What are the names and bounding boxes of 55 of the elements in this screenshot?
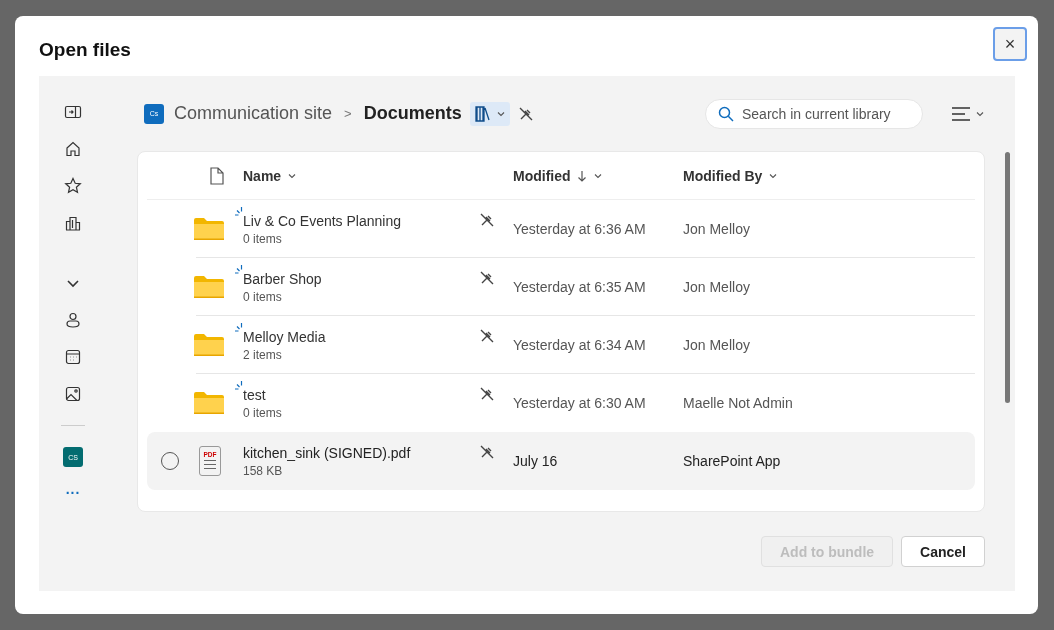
file-row[interactable]: Liv & Co Events Planning 0 items Yesterday at 6:36 AM Jon Melloy bbox=[147, 200, 975, 258]
modified-by: Jon Melloy bbox=[683, 279, 751, 295]
column-header[interactable]: Modified bbox=[513, 167, 603, 184]
search-field[interactable]: Search in current library bbox=[705, 98, 923, 129]
pin-icon[interactable] bbox=[479, 444, 495, 460]
calendar-icon[interactable] bbox=[63, 347, 83, 367]
column-header[interactable]: Name bbox=[243, 167, 298, 184]
breadcrumb-current: Documents bbox=[363, 103, 462, 124]
library-switcher-button[interactable] bbox=[469, 101, 510, 126]
file-name[interactable]: test bbox=[243, 386, 479, 403]
item-details: 0 items bbox=[243, 289, 283, 304]
image-icon[interactable] bbox=[63, 384, 83, 404]
breadcrumb-separator: > bbox=[344, 106, 352, 121]
star-icon[interactable] bbox=[63, 176, 83, 196]
modified-by: Maelle Not Admin bbox=[683, 395, 794, 411]
modified-date: Yesterday at 6:30 AM bbox=[513, 395, 647, 411]
file-row[interactable]: Melloy Media 2 items Yesterday at 6:34 AM Jon Melloy bbox=[147, 316, 975, 374]
modified-by: SharePoint App bbox=[683, 453, 782, 469]
item-details: 2 items bbox=[243, 347, 283, 362]
item-details: 158 KB bbox=[243, 463, 284, 478]
dialog-title: Open files bbox=[39, 39, 131, 61]
cancel-button[interactable]: Cancel bbox=[901, 536, 985, 567]
folder-icon bbox=[194, 276, 224, 298]
modified-date: Yesterday at 6:35 AM bbox=[513, 279, 647, 295]
list-view-icon bbox=[951, 105, 971, 122]
pin-icon[interactable] bbox=[479, 386, 495, 402]
file-type-icon bbox=[210, 166, 224, 185]
scrollbar[interactable] bbox=[1005, 152, 1010, 403]
file-row[interactable]: Barber Shop 0 items Yesterday at 6:35 AM Jon Melloy bbox=[147, 258, 975, 316]
file-name[interactable]: Barber Shop bbox=[243, 270, 479, 287]
modified-by: Jon Melloy bbox=[683, 221, 751, 237]
home-icon[interactable] bbox=[63, 139, 83, 159]
file-name[interactable]: Melloy Media bbox=[243, 328, 479, 345]
file-name[interactable]: kitchen_sink (SIGNED).pdf bbox=[243, 444, 479, 461]
column-header[interactable]: Modified By bbox=[683, 167, 779, 184]
close-button[interactable]: × bbox=[993, 27, 1027, 61]
modified-date: Yesterday at 6:36 AM bbox=[513, 221, 647, 237]
folder-icon bbox=[194, 392, 224, 414]
pin-icon[interactable] bbox=[517, 105, 534, 122]
modified-by: Jon Melloy bbox=[683, 337, 751, 353]
more-button[interactable]: ... bbox=[65, 484, 81, 494]
file-name[interactable]: Liv & Co Events Planning bbox=[243, 212, 479, 229]
pin-icon[interactable] bbox=[479, 328, 495, 344]
item-details: 0 items bbox=[243, 231, 283, 246]
modified-date: Yesterday at 6:34 AM bbox=[513, 337, 647, 353]
modified-date: July 16 bbox=[513, 453, 559, 469]
breadcrumb-link[interactable]: Communication site bbox=[174, 103, 333, 124]
item-details: 0 items bbox=[243, 405, 283, 420]
person-icon[interactable] bbox=[63, 310, 83, 330]
pin-icon[interactable] bbox=[479, 212, 495, 228]
folder-icon bbox=[194, 218, 224, 240]
pin-icon[interactable] bbox=[479, 270, 495, 286]
file-row[interactable]: test 0 items Yesterday at 6:30 AM Maelle Not Admin bbox=[147, 374, 975, 432]
view-options-button[interactable] bbox=[951, 105, 985, 122]
folder-icon bbox=[194, 334, 224, 356]
